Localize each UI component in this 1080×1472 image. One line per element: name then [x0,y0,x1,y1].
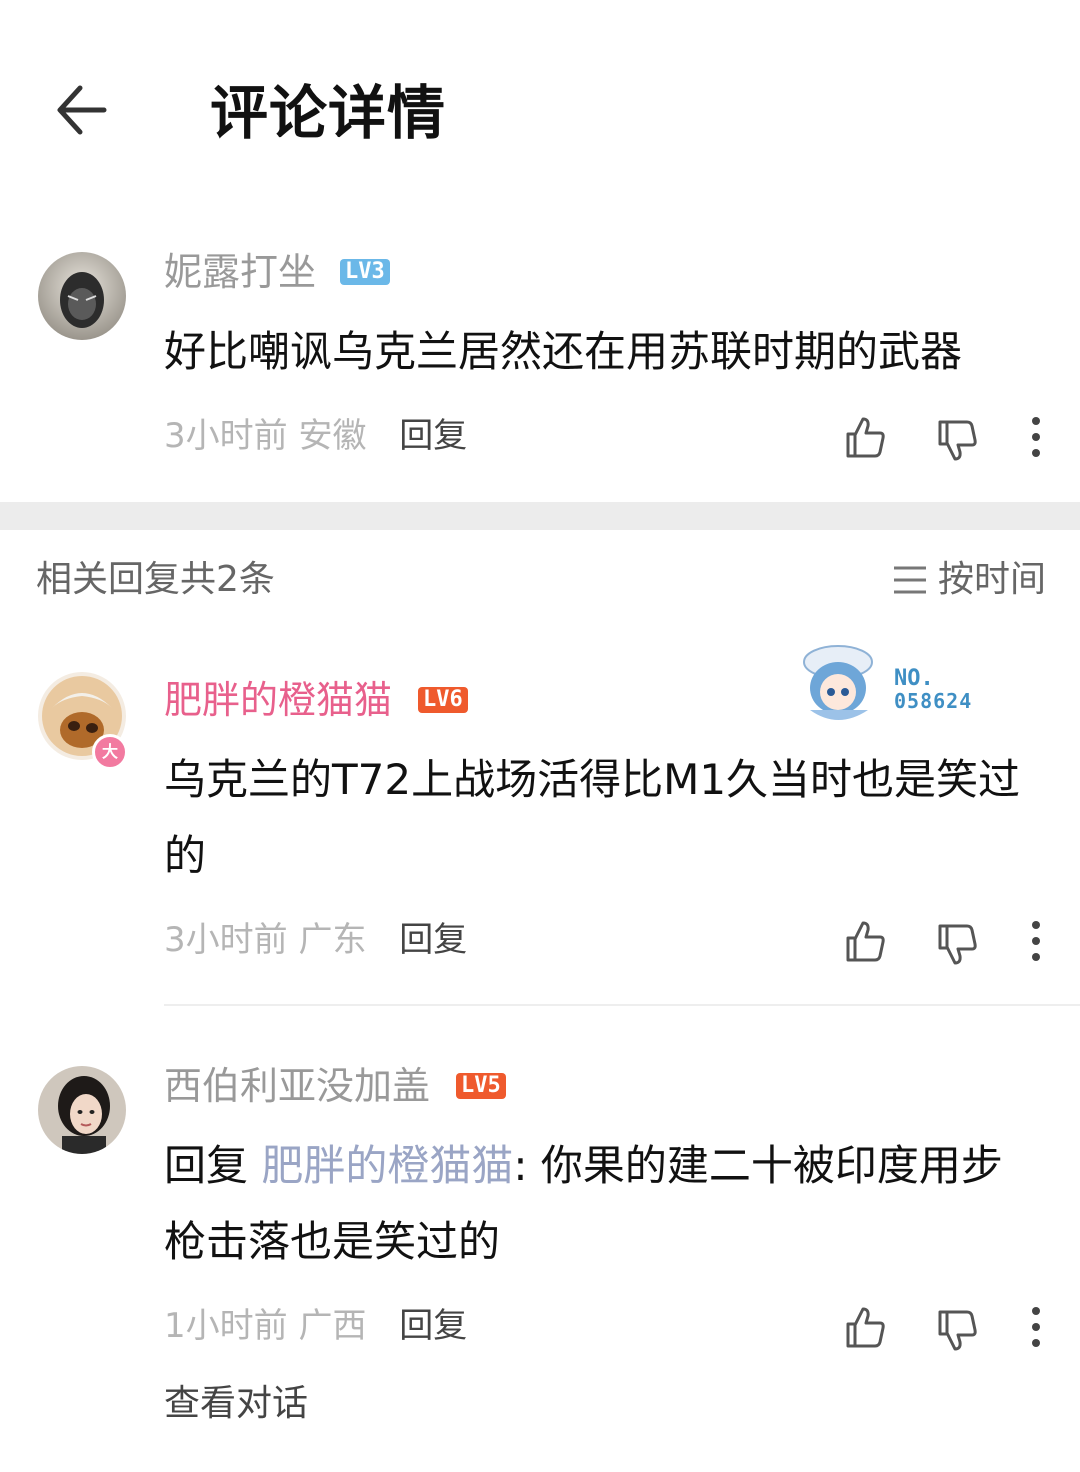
thumbs-up-icon[interactable] [842,1304,888,1350]
comment-author-row: 西伯利亚没加盖 LV5 [164,1062,506,1110]
more-options-icon[interactable] [1026,1304,1046,1350]
username[interactable]: 妮露打坐 [164,248,316,296]
more-options-icon[interactable] [1026,414,1046,460]
username[interactable]: 西伯利亚没加盖 [164,1062,430,1110]
thumbs-down-icon[interactable] [934,1308,980,1354]
avatar[interactable]: 大 [32,668,132,770]
comment-text: 乌克兰的T72上战场活得比M1久当时也是笑过的 [164,755,1021,880]
fan-badge-number: 058624 [894,689,973,713]
reply-button[interactable]: 回复 [399,416,467,456]
comment-author-row: 妮露打坐 LV3 [164,248,390,296]
reply-button[interactable]: 回复 [399,920,467,960]
mention-link[interactable]: 肥胖的橙猫猫 [261,1141,513,1190]
comment-text: 好比嘲讽乌克兰居然还在用苏联时期的武器 [164,327,963,376]
reply-button[interactable]: 回复 [399,1306,467,1346]
sort-button[interactable]: 按时间 [892,558,1046,602]
comment-meta: 3小时前 安徽 回复 [164,414,467,458]
comment-meta: 1小时前 广西 回复 [164,1304,467,1348]
comment-meta: 3小时前 广东 回复 [164,918,467,962]
level-badge: LV5 [456,1073,506,1099]
level-badge: LV6 [418,687,468,713]
fan-badge: NO. 058624 [790,640,990,724]
fan-badge-no: NO. [894,666,934,691]
anime-character-icon [803,645,873,720]
avatar[interactable] [38,252,126,340]
replies-count: 相关回复共2条 [36,559,275,600]
page-title: 评论详情 [210,79,447,147]
reply-prefix: 回复 [164,1141,262,1190]
vip-badge: 大 [92,734,128,770]
username[interactable]: 肥胖的橙猫猫 [164,676,392,724]
comment-location: 广东 [298,920,367,960]
thumbs-down-icon[interactable] [934,418,980,464]
avatar-image [38,252,126,340]
reply-divider [164,1004,1080,1006]
comment-location: 安徽 [298,416,367,456]
section-separator [0,502,1080,530]
view-conversation-link[interactable]: 查看对话 [164,1382,308,1426]
sort-lines-icon [894,566,926,594]
back-arrow-icon[interactable] [52,82,112,138]
comment-time: 3小时前 [164,416,288,456]
sort-label: 按时间 [938,559,1047,600]
more-options-icon[interactable] [1026,918,1046,964]
comment-text: 回复 肥胖的橙猫猫: 你果的建二十被印度用步枪击落也是笑过的 [164,1128,1044,1280]
comment-time: 3小时前 [164,920,288,960]
thumbs-up-icon[interactable] [842,414,888,460]
avatar[interactable] [38,1066,126,1154]
comment-time: 1小时前 [164,1306,288,1346]
level-badge: LV3 [340,259,390,285]
thumbs-up-icon[interactable] [842,918,888,964]
comment-location: 广西 [298,1306,367,1346]
comment-author-row: 肥胖的橙猫猫 LV6 [164,676,468,724]
thumbs-down-icon[interactable] [934,922,980,968]
avatar-image [38,1066,126,1154]
